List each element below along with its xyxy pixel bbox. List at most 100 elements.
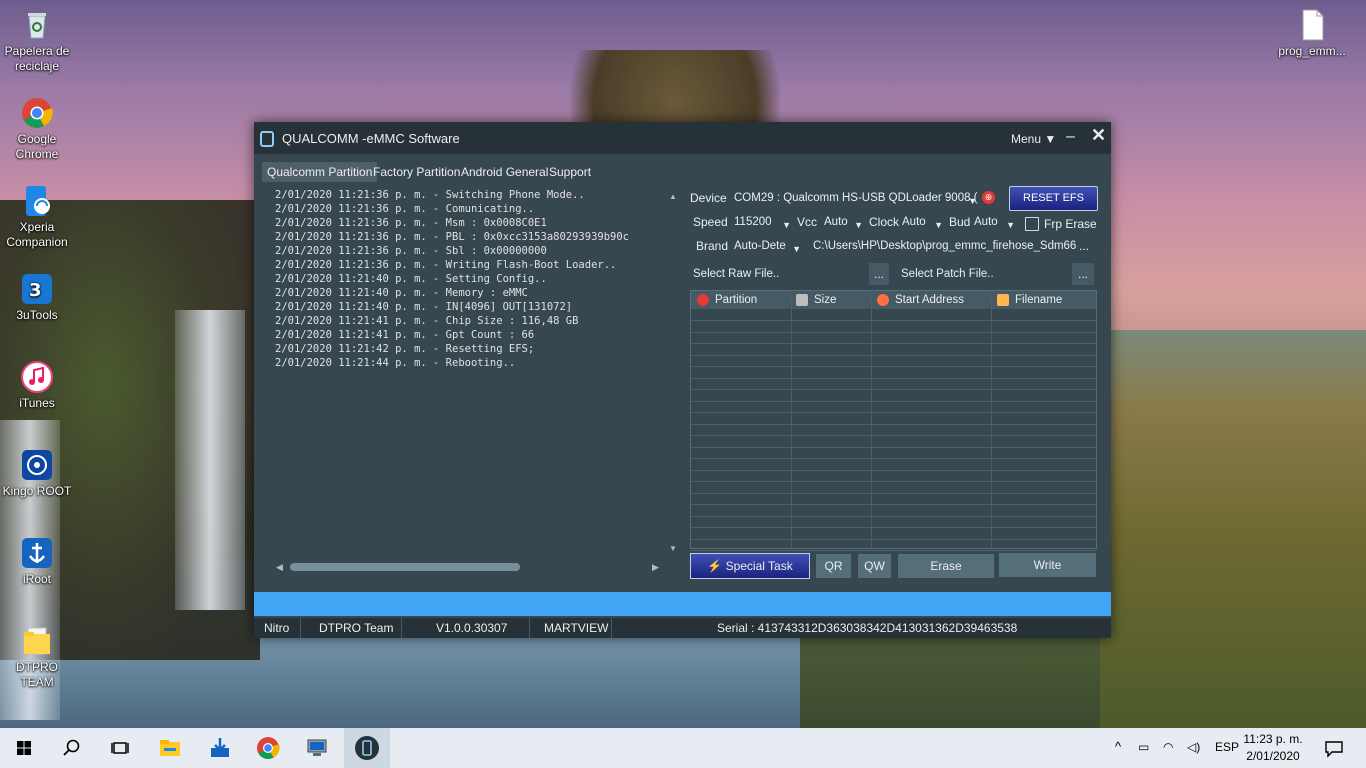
language-indicator[interactable]: ESP — [1215, 740, 1239, 754]
wifi-icon[interactable]: ◠ — [1163, 740, 1173, 754]
patch-file-input[interactable]: Select Patch File.. — [899, 263, 1069, 285]
scroll-right-icon[interactable]: ▶ — [652, 562, 659, 573]
qualcomm-taskbar-button[interactable] — [344, 728, 390, 768]
log-output[interactable]: 2/01/2020 11:21:36 p. m. - Switching Pho… — [264, 188, 668, 582]
table-row[interactable] — [691, 470, 1096, 482]
network-device-icon[interactable]: ▭ — [1138, 740, 1149, 754]
partition-table[interactable]: Partition Size Start Address Filename — [690, 290, 1097, 551]
clock[interactable]: 11:23 p. m. 2/01/2020 — [1242, 731, 1304, 765]
table-row[interactable] — [691, 528, 1096, 540]
write-button[interactable]: Write — [999, 553, 1096, 577]
log-line: 2/01/2020 11:21:40 p. m. - Setting Confi… — [275, 273, 547, 285]
device-select[interactable]: COM29 : Qualcomm HS-USB QDLoader 9008 ( … — [732, 189, 978, 207]
clock-select-value: Auto — [902, 216, 926, 228]
scroll-up-icon[interactable]: ▲ — [669, 192, 677, 201]
window-titlebar[interactable]: QUALCOMM -eMMC Software Menu ▼ – ✕ — [254, 122, 1111, 154]
desktop-icon-itunes[interactable]: iTunes — [0, 360, 75, 411]
brand-select[interactable]: Auto-Dete ▼ — [732, 237, 802, 255]
bud-select[interactable]: Auto ▼ — [972, 213, 1016, 231]
tab-qualcomm-partition[interactable]: Qualcomm Partition — [262, 162, 378, 182]
remote-desktop-button[interactable] — [303, 734, 331, 762]
file-explorer-button[interactable] — [156, 734, 184, 762]
phone-app-icon — [355, 736, 379, 760]
scrollbar-thumb[interactable] — [290, 563, 520, 571]
qr-button[interactable]: QR — [816, 554, 851, 578]
action-center-button[interactable] — [1320, 734, 1348, 762]
reset-efs-button[interactable]: RESET EFS — [1009, 186, 1098, 211]
itunes-icon — [20, 360, 54, 394]
desktop-icon-kingo[interactable]: Kingo ROOT — [0, 448, 75, 499]
column-header-start-address[interactable]: Start Address — [877, 291, 964, 309]
clock-select[interactable]: Auto ▼ — [900, 213, 944, 231]
desktop-icon-xperia[interactable]: Xperia Companion — [0, 184, 75, 250]
loader-path-field[interactable]: C:\Users\HP\Desktop\prog_emmc_firehose_S… — [810, 237, 1078, 255]
desktop-icon-label: DTPRO TEAM — [16, 660, 58, 689]
table-row[interactable] — [691, 401, 1096, 413]
table-row[interactable] — [691, 309, 1096, 321]
desktop-icon-recycle-bin[interactable]: Papelera de reciclaje — [0, 8, 75, 74]
download-app-button[interactable] — [206, 734, 234, 762]
log-vertical-scrollbar[interactable]: ▲ ▼ — [668, 192, 680, 556]
desktop-icon-label: 3uTools — [16, 308, 58, 322]
table-row[interactable] — [691, 378, 1096, 390]
table-row[interactable] — [691, 413, 1096, 425]
menu-button[interactable]: Menu ▼ — [1011, 132, 1056, 146]
volume-icon[interactable]: ◁) — [1187, 740, 1200, 754]
scroll-left-icon[interactable]: ◀ — [276, 562, 283, 573]
speed-select[interactable]: 115200 ▼ — [732, 213, 792, 231]
tab-factory-partition[interactable]: Factory Partition — [368, 162, 465, 182]
task-view-button[interactable] — [106, 734, 134, 762]
raw-file-browse-button[interactable]: ... — [869, 263, 889, 285]
desktop-icon-dtpro-folder[interactable]: DTPRO TEAM — [0, 624, 75, 690]
table-row[interactable] — [691, 424, 1096, 436]
table-row[interactable] — [691, 493, 1096, 505]
minimize-button[interactable]: – — [1066, 128, 1075, 146]
table-row[interactable] — [691, 482, 1096, 494]
search-button[interactable] — [58, 734, 86, 762]
scroll-down-icon[interactable]: ▼ — [669, 544, 677, 553]
table-row[interactable] — [691, 321, 1096, 333]
status-divider — [300, 618, 301, 638]
loader-browse-button[interactable]: ... — [1076, 237, 1092, 255]
clock-label: Clock — [869, 215, 900, 229]
desktop-icon-iroot[interactable]: iRoot — [0, 536, 75, 587]
chrome-taskbar-button[interactable] — [254, 734, 282, 762]
special-task-label: Special Task — [725, 559, 793, 573]
special-task-button[interactable]: ⚡ Special Task — [690, 553, 810, 579]
refresh-ports-icon[interactable]: ⊕ — [982, 191, 995, 204]
column-header-size[interactable]: Size — [796, 291, 836, 309]
log-horizontal-scrollbar[interactable]: ◀ ▶ — [274, 562, 666, 574]
frp-erase-checkbox[interactable] — [1025, 217, 1039, 231]
table-row[interactable] — [691, 436, 1096, 448]
table-row[interactable] — [691, 355, 1096, 367]
table-row[interactable] — [691, 459, 1096, 471]
tab-android-general[interactable]: Android General — [456, 162, 553, 182]
loader-path-value: C:\Users\HP\Desktop\prog_emmc_firehose_S… — [813, 240, 1078, 252]
column-header-label: Filename — [1015, 294, 1063, 306]
table-row[interactable] — [691, 447, 1096, 459]
table-row[interactable] — [691, 505, 1096, 517]
table-row[interactable] — [691, 390, 1096, 402]
patch-file-browse-button[interactable]: ... — [1072, 263, 1094, 285]
vcc-select-value: Auto — [824, 216, 848, 228]
table-row[interactable] — [691, 344, 1096, 356]
table-row[interactable] — [691, 367, 1096, 379]
raw-file-input[interactable]: Select Raw File.. — [691, 263, 863, 285]
desktop-icon-prog-file[interactable]: prog_emm... — [1274, 8, 1350, 59]
speed-select-value: 115200 — [734, 216, 772, 228]
column-header-filename[interactable]: Filename — [997, 291, 1062, 309]
table-row[interactable] — [691, 516, 1096, 528]
column-header-partition[interactable]: Partition — [697, 291, 757, 309]
qw-button[interactable]: QW — [858, 554, 891, 578]
table-row[interactable] — [691, 539, 1096, 551]
start-button[interactable] — [10, 734, 38, 762]
device-select-value: COM29 : Qualcomm HS-USB QDLoader 9008 ( — [734, 192, 978, 204]
erase-button[interactable]: Erase — [898, 554, 994, 578]
tab-support[interactable]: Support — [544, 162, 596, 182]
desktop-icon-chrome[interactable]: Google Chrome — [0, 96, 75, 162]
table-row[interactable] — [691, 332, 1096, 344]
vcc-select[interactable]: Auto ▼ — [822, 213, 864, 231]
desktop-icon-3utools[interactable]: 3 3uTools — [0, 272, 75, 323]
close-button[interactable]: ✕ — [1091, 125, 1106, 146]
show-hidden-icons-button[interactable]: ^ — [1115, 739, 1121, 754]
